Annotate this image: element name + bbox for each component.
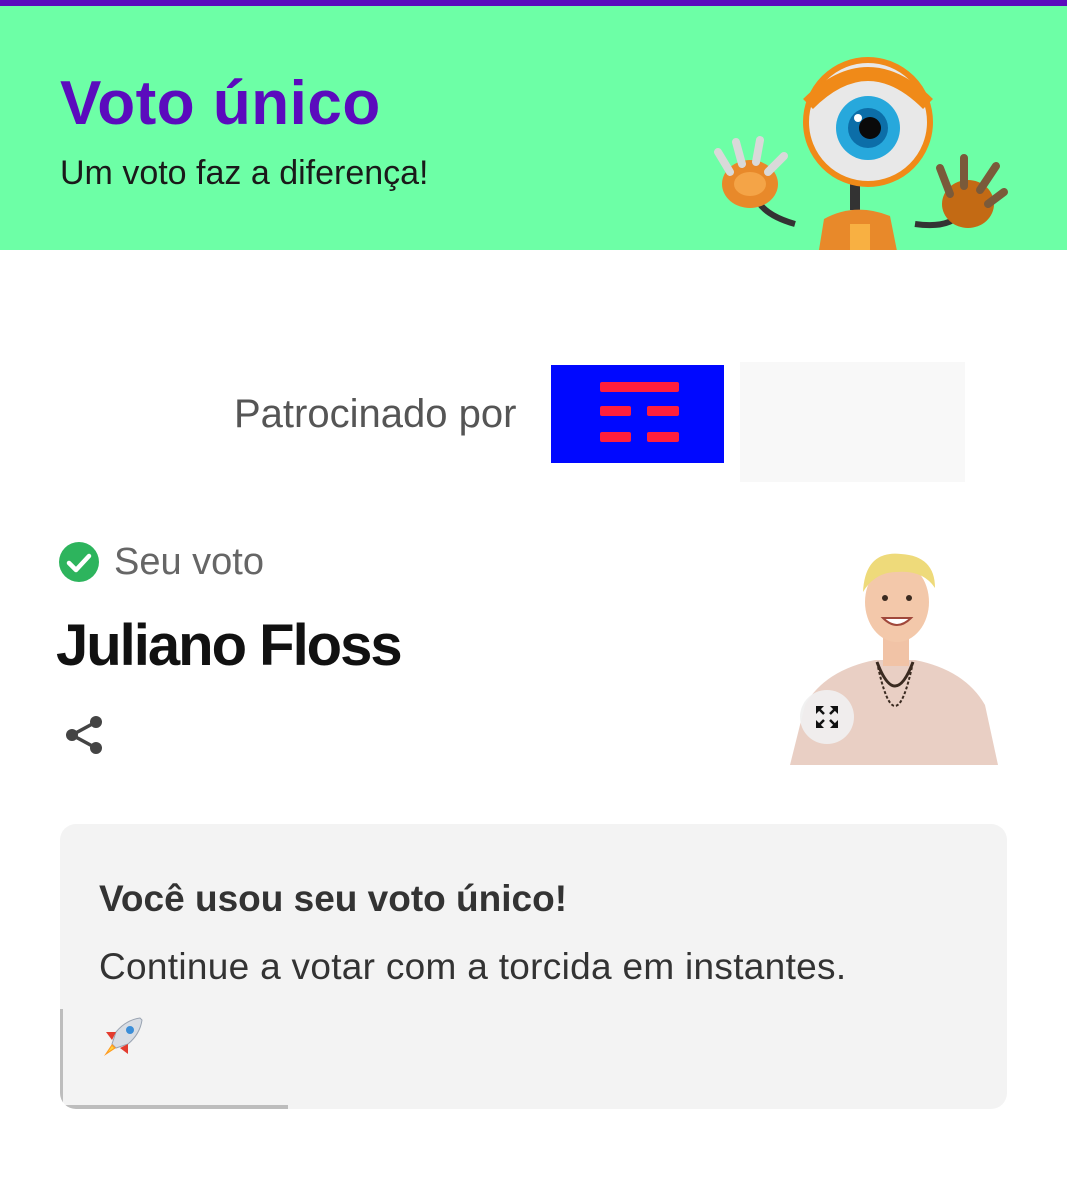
card-edge-left [60, 1009, 63, 1109]
share-icon[interactable] [62, 712, 108, 758]
info-card: Você usou seu voto único! Continue a vot… [60, 824, 1007, 1109]
page-subtitle: Um voto faz a diferença! [60, 154, 429, 192]
expand-icon [816, 706, 838, 728]
candidate-name: Juliano Floss [56, 613, 403, 678]
sponsor-ghost-mark [740, 362, 965, 482]
vote-status-label: Seu voto [114, 540, 264, 583]
sponsor-logo[interactable] [551, 365, 724, 463]
sponsor-label: Patrocinado por [234, 392, 517, 436]
vote-status: Seu voto [58, 541, 264, 583]
card-text: Continue a votar com a torcida em instan… [99, 946, 847, 987]
expand-photo-button[interactable] [800, 690, 854, 744]
sponsor-logo-icon [600, 382, 679, 442]
rocket-icon [104, 1017, 143, 1056]
card-edge-bottom [60, 1105, 288, 1109]
check-circle-icon [59, 542, 99, 582]
header-banner: Voto único Um voto faz a diferença! [0, 6, 1067, 250]
card-title: Você usou seu voto único! [99, 878, 568, 919]
eye-mascot-icon [714, 57, 1008, 250]
page-title: Voto único [60, 69, 381, 138]
